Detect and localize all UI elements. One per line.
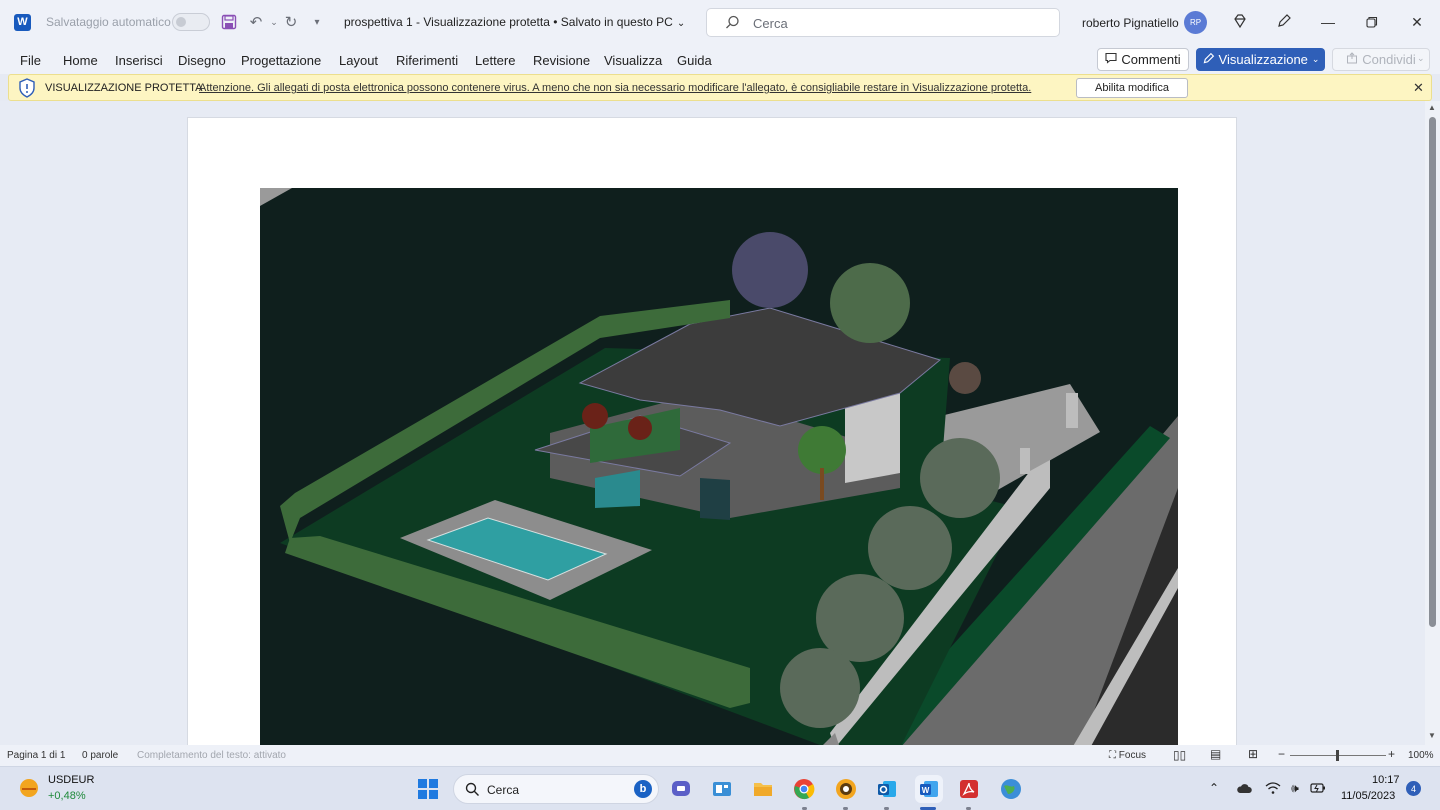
weather-widget-icon[interactable]	[18, 777, 40, 799]
web-layout-icon[interactable]: ⊞	[1248, 747, 1258, 761]
diamond-icon[interactable]	[1230, 11, 1250, 31]
architectural-render-image	[260, 188, 1178, 745]
volume-icon[interactable]: 🕪	[1287, 780, 1303, 796]
undo-icon[interactable]: ↶	[246, 12, 266, 32]
onedrive-cloud-icon[interactable]	[1236, 780, 1252, 796]
scroll-down-icon[interactable]: ▼	[1428, 731, 1436, 740]
focus-icon: ⛶	[1109, 750, 1116, 761]
search-icon	[725, 15, 740, 35]
tab-home[interactable]: Home	[63, 53, 98, 68]
avatar[interactable]: RP	[1184, 11, 1207, 34]
document-canvas[interactable]	[0, 101, 1425, 745]
search-placeholder: Cerca	[753, 16, 788, 31]
share-button[interactable]: Condividi	[1332, 48, 1430, 71]
share-icon	[1346, 52, 1358, 67]
tab-layout[interactable]: Layout	[339, 53, 378, 68]
text-prediction-status[interactable]: Completamento del testo: attivato	[137, 750, 286, 761]
widgets-app-icon[interactable]	[708, 775, 736, 803]
clock-time[interactable]: 10:17	[1372, 774, 1400, 786]
wifi-icon[interactable]	[1265, 780, 1281, 796]
share-label: Condividi	[1362, 52, 1416, 67]
notification-badge[interactable]: 4	[1406, 781, 1421, 796]
vertical-scrollbar[interactable]: ▲ ▼	[1425, 101, 1440, 745]
chrome-icon[interactable]	[790, 775, 818, 803]
taskbar-search-label: Cerca	[487, 783, 520, 797]
status-bar: Pagina 1 di 1 0 parole Completamento del…	[0, 745, 1440, 766]
tab-design[interactable]: Progettazione	[241, 53, 321, 68]
zoom-out-icon[interactable]: −	[1278, 747, 1285, 761]
document-title[interactable]: prospettiva 1 - Visualizzazione protetta…	[344, 15, 685, 29]
word-app-icon[interactable]: W	[14, 14, 31, 31]
protected-view-message[interactable]: Attenzione. Gli allegati di posta elettr…	[199, 82, 1031, 94]
widget-change[interactable]: +0,48%	[48, 790, 86, 802]
focus-label: Focus	[1118, 750, 1147, 761]
word-taskbar-icon[interactable]: W	[915, 775, 943, 803]
tab-draw[interactable]: Disegno	[178, 53, 226, 68]
enable-editing-button[interactable]: Abilita modifica	[1076, 78, 1188, 98]
chevron-up-icon[interactable]: ⌃	[1206, 780, 1222, 796]
comments-label: Commenti	[1121, 52, 1181, 67]
acrobat-icon[interactable]	[955, 775, 983, 803]
zoom-level[interactable]: 100%	[1408, 750, 1434, 761]
tab-view[interactable]: Visualizza	[604, 53, 662, 68]
page-indicator[interactable]: Pagina 1 di 1	[7, 750, 65, 761]
restore-button[interactable]	[1357, 8, 1387, 36]
file-explorer-icon[interactable]	[749, 775, 777, 803]
read-mode-icon[interactable]: ▯▯	[1173, 748, 1186, 762]
word-count[interactable]: 0 parole	[82, 750, 118, 761]
viewing-mode-label: Visualizzazione	[1218, 52, 1308, 67]
globe-app-icon[interactable]	[997, 775, 1025, 803]
focus-button[interactable]: ⛶ Focus	[1109, 750, 1146, 761]
search-input[interactable]: Cerca	[706, 8, 1060, 37]
user-name[interactable]: roberto Pignatiello	[1082, 16, 1179, 30]
zoom-in-icon[interactable]: +	[1388, 747, 1395, 761]
comment-icon	[1105, 52, 1117, 67]
zoom-slider-thumb[interactable]	[1336, 750, 1339, 761]
scroll-thumb[interactable]	[1429, 117, 1436, 627]
chevron-down-icon: ⌄	[676, 18, 686, 29]
minimize-button[interactable]: —	[1313, 8, 1343, 36]
teams-chat-icon[interactable]	[667, 775, 695, 803]
customize-toolbar-icon[interactable]: ▾	[307, 12, 327, 32]
autosave-toggle[interactable]	[172, 13, 210, 31]
taskbar: USDEUR +0,48% Cerca b W ⌃ 🕪 10:17 11/05/…	[0, 766, 1440, 810]
tab-file[interactable]: File	[20, 53, 41, 68]
clock-date[interactable]: 11/05/2023	[1341, 790, 1395, 802]
title-bar: W Salvataggio automatico ↶ ⌄ ↻ ▾ prospet…	[0, 0, 1440, 44]
redo-icon[interactable]: ↻	[281, 12, 301, 32]
svg-text:W: W	[922, 786, 930, 795]
tab-help[interactable]: Guida	[677, 53, 712, 68]
pen-icon[interactable]	[1274, 11, 1294, 31]
tab-review[interactable]: Revisione	[533, 53, 590, 68]
protected-view-bar: VISUALIZZAZIONE PROTETTA Attenzione. Gli…	[8, 74, 1432, 101]
start-button[interactable]	[414, 775, 442, 803]
shield-icon	[18, 78, 36, 103]
pen-icon	[1202, 52, 1215, 68]
tab-references[interactable]: Riferimenti	[396, 53, 458, 68]
comments-button[interactable]: Commenti	[1097, 48, 1189, 71]
viewing-mode-button[interactable]: Visualizzazione ⌄	[1196, 48, 1325, 71]
protected-view-title: VISUALIZZAZIONE PROTETTA	[45, 82, 203, 94]
close-icon[interactable]: ✕	[1413, 80, 1424, 96]
autosave-label: Salvataggio automatico	[46, 15, 171, 29]
widget-symbol[interactable]: USDEUR	[48, 774, 94, 786]
chevron-down-icon[interactable]: ⌄	[1417, 53, 1425, 64]
scroll-up-icon[interactable]: ▲	[1428, 103, 1436, 112]
chevron-down-icon: ⌄	[1311, 54, 1320, 64]
document-page[interactable]	[187, 117, 1237, 745]
canary-browser-icon[interactable]	[832, 775, 860, 803]
ribbon-tabs: File Home Inserisci Disegno Progettazion…	[0, 44, 1440, 74]
close-button[interactable]: ✕	[1402, 8, 1432, 36]
save-icon[interactable]	[219, 12, 239, 32]
battery-icon[interactable]	[1310, 780, 1326, 796]
taskbar-search[interactable]: Cerca b	[453, 774, 659, 804]
print-layout-icon[interactable]: ▤	[1210, 747, 1221, 761]
tab-insert[interactable]: Inserisci	[115, 53, 163, 68]
bing-icon[interactable]: b	[634, 780, 652, 798]
outlook-icon[interactable]	[873, 775, 901, 803]
search-icon	[465, 782, 480, 802]
tab-mailings[interactable]: Lettere	[475, 53, 515, 68]
